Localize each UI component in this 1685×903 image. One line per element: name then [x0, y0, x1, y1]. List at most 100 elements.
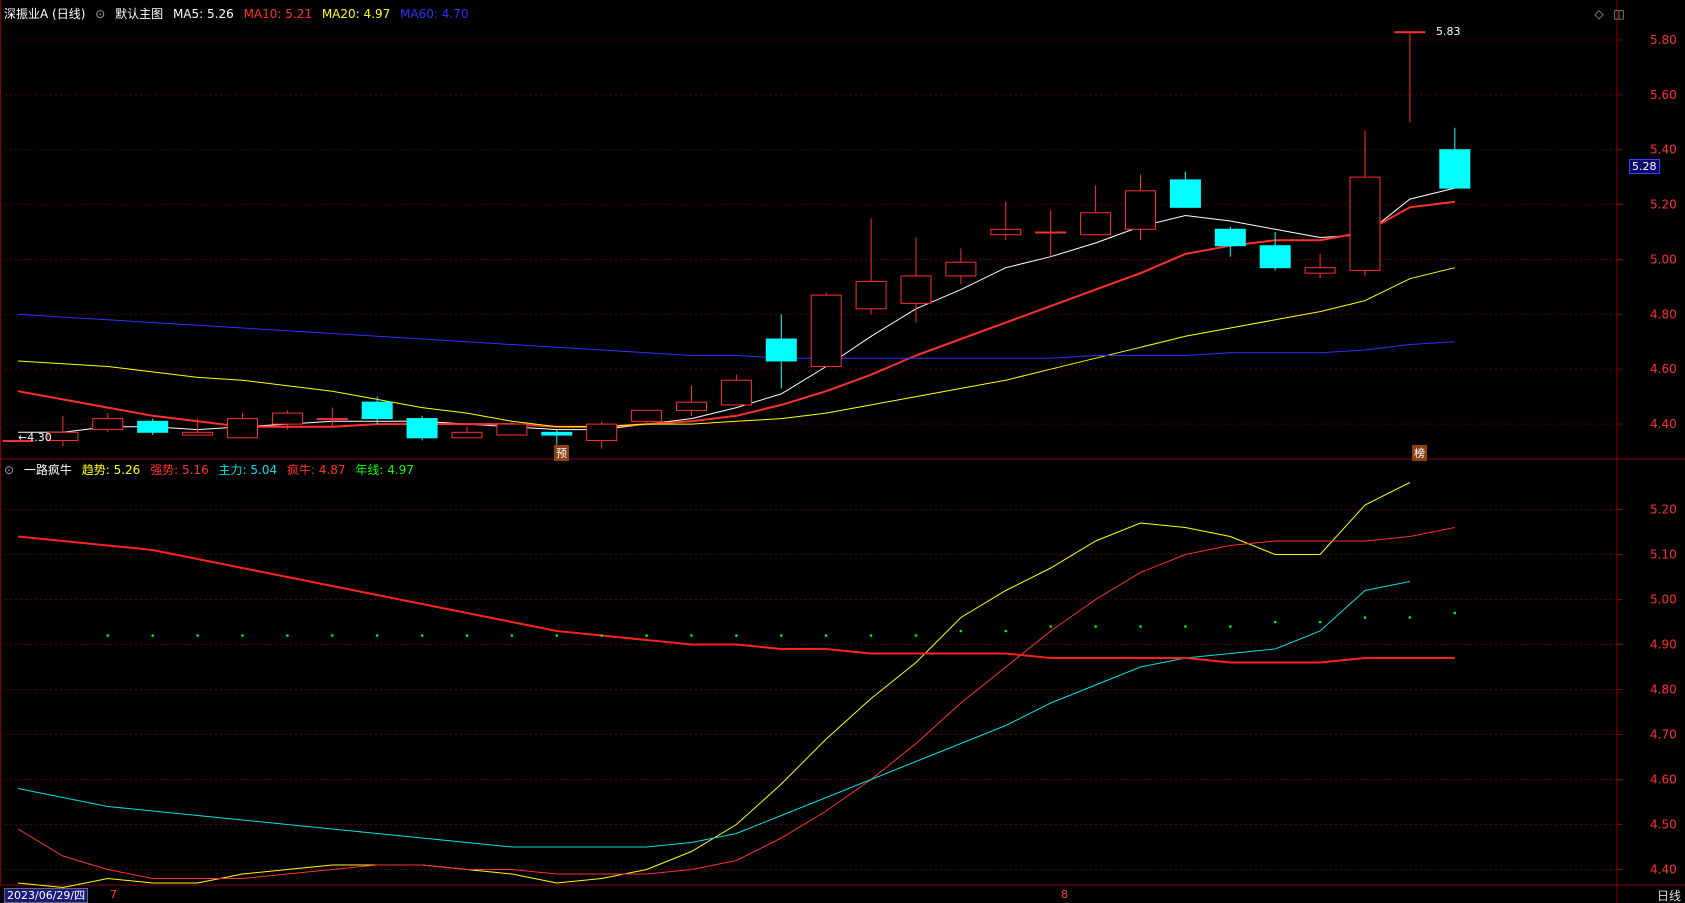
year-line-dot — [106, 634, 110, 637]
candle-body-up — [451, 431, 483, 439]
low-price-label: ←4.30 — [18, 431, 52, 444]
indicator-tick-label: 4.80 — [1650, 683, 1677, 697]
candle-body-up — [810, 294, 842, 367]
candle-body-down — [137, 420, 169, 433]
year-line-value: 年线: 4.97 — [355, 463, 414, 477]
main-force-line — [17, 581, 1410, 848]
candle-body-up — [496, 423, 528, 436]
candle-body-up — [676, 401, 707, 411]
candle-body-up — [945, 261, 977, 277]
year-line-dot — [914, 634, 918, 637]
candle-body-down — [765, 338, 797, 362]
year-line-dot — [465, 634, 469, 637]
indicator-collapse-icon[interactable]: ⊙ — [4, 463, 14, 477]
price-tick-label: 5.20 — [1650, 198, 1677, 212]
price-tick-label: 4.40 — [1650, 417, 1677, 431]
trend-line — [17, 482, 1411, 889]
candle-body-up — [316, 418, 348, 421]
year-line-dot — [331, 634, 334, 637]
year-line-dot — [286, 634, 289, 637]
year-line-dot — [1453, 611, 1457, 615]
ma60-value: MA60: 4.70 — [400, 7, 469, 21]
year-line-dot — [824, 634, 828, 637]
year-line-dot — [510, 634, 514, 637]
year-line-dot — [645, 634, 648, 637]
indicator-name: 一路疯牛 — [23, 463, 72, 477]
month-label-8: 8 — [1061, 888, 1068, 901]
strong-value: 强势: 5.16 — [150, 463, 209, 477]
year-line-dot — [1229, 625, 1232, 628]
year-line-dot — [600, 634, 603, 637]
candle-body-down — [1214, 228, 1246, 247]
indicator-header: ⊙ 一路疯牛 趋势: 5.26 强势: 5.16 主力: 5.04 疯牛: 4.… — [4, 461, 420, 478]
year-line-dot — [420, 634, 424, 637]
indicator-tick-label: 4.50 — [1650, 818, 1677, 832]
year-line-dot — [1273, 620, 1277, 624]
indicator-tick-label: 5.20 — [1650, 503, 1677, 517]
price-tick-label: 4.60 — [1650, 362, 1677, 376]
indicator-menu-icon[interactable]: ⊙ — [95, 7, 105, 21]
price-tick-label: 4.80 — [1650, 307, 1677, 321]
year-line-dot — [735, 634, 738, 637]
candle-body-up — [586, 423, 618, 442]
ma20-value: MA20: 4.97 — [321, 7, 391, 21]
year-line-dot — [1363, 616, 1367, 619]
year-line-dot — [1049, 625, 1052, 628]
candle-body-up — [1304, 267, 1336, 274]
candle-body-down — [1259, 245, 1291, 269]
trend-value: 趋势: 5.26 — [81, 463, 141, 477]
year-line-dot — [241, 634, 244, 637]
main-force-value: 主力: 5.04 — [218, 463, 278, 477]
candle-body-down — [361, 401, 393, 420]
year-line-dot — [690, 634, 693, 637]
candle-body-up — [1080, 212, 1112, 236]
price-tick-label: 5.40 — [1650, 143, 1677, 157]
ma5-value: MA5: 5.26 — [172, 7, 234, 21]
year-line-dot — [555, 634, 559, 637]
year-line-dot — [780, 634, 783, 637]
candle-body-up — [1035, 231, 1067, 234]
candle-body-up — [227, 418, 258, 439]
candle-body-down — [1169, 179, 1201, 208]
stock-title: 深振业A (日线) — [4, 7, 86, 21]
strong-line — [17, 527, 1455, 879]
candle-body-up — [855, 280, 887, 310]
indicator-tick-label: 5.10 — [1650, 548, 1677, 562]
marker-bang[interactable]: 榜 — [1412, 445, 1427, 461]
candle-body-up — [631, 409, 663, 422]
year-line-dot — [151, 634, 154, 637]
indicator-tick-label: 5.00 — [1650, 593, 1677, 607]
candle-body-up — [720, 379, 752, 406]
current-price-tag: 5.28 — [1629, 159, 1660, 174]
marker-yu[interactable]: 预 — [554, 445, 569, 461]
candle-body-down — [541, 431, 573, 436]
price-tick-label: 5.60 — [1650, 88, 1677, 102]
window-toggle-icon[interactable]: ◫ — [1612, 7, 1626, 21]
price-tick-label: 5.00 — [1650, 252, 1677, 266]
year-line-dot — [1318, 620, 1322, 624]
chart-canvas[interactable]: 5.80 5.60 5.40 5.20 5.00 4.80 4.60 4.40 5.20 5.10… — [0, 0, 1685, 903]
year-line-dot — [959, 629, 963, 633]
indicator-tick-label: 4.60 — [1650, 773, 1677, 787]
year-line-dot — [869, 634, 873, 637]
year-line-dot — [1139, 625, 1142, 628]
diamond-icon[interactable]: ◇ — [1592, 7, 1606, 21]
candle-body-up — [92, 418, 124, 431]
main-chart-header: 深振业A (日线) ⊙ 默认主图 MA5: 5.26 MA10: 5.21 MA… — [4, 5, 474, 22]
year-line-dot — [375, 634, 379, 637]
ma10-value: MA10: 5.21 — [243, 7, 312, 21]
month-label-7: 7 — [110, 888, 117, 901]
indicator-tick-label: 4.40 — [1650, 863, 1677, 877]
candle-body-up — [1125, 190, 1156, 230]
ma60-line — [17, 313, 1455, 359]
period-button[interactable]: 日线 — [1657, 887, 1681, 903]
year-line-dot — [1184, 625, 1187, 628]
indicator-menu[interactable]: 默认主图 — [115, 7, 163, 21]
candle-body-up — [1394, 31, 1426, 34]
candle-body-up — [1349, 176, 1381, 271]
indicator-tick-label: 4.70 — [1650, 728, 1677, 742]
year-line-dot — [1408, 616, 1412, 619]
chart-window: 5.80 5.60 5.40 5.20 5.00 4.80 4.60 4.40 5.20 5.10… — [0, 0, 1685, 903]
year-line-dot — [196, 634, 199, 637]
crazy-bull-value: 疯牛: 4.87 — [286, 463, 346, 477]
